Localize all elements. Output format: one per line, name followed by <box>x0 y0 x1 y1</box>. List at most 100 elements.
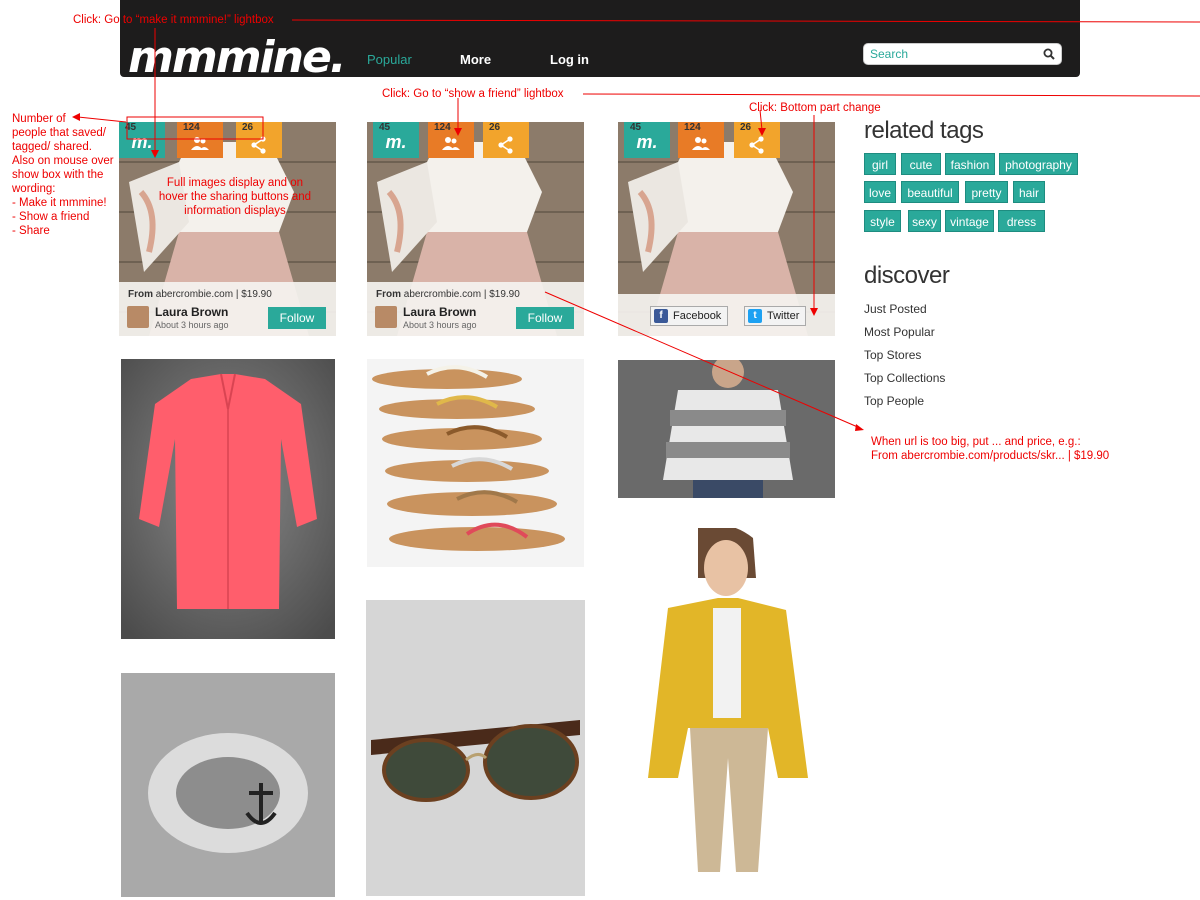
share-icon <box>483 136 529 159</box>
post-time: About 3 hours ago <box>403 320 477 330</box>
tag-dress[interactable]: dress <box>998 210 1045 232</box>
product-card[interactable]: 45 m. 124 26 f Facebook t Twitter <box>618 122 835 336</box>
product-card[interactable]: 45 m. 124 26 From abercrombie.com | $19.… <box>119 122 336 336</box>
source-line: From abercrombie.com | $19.90 <box>128 289 272 300</box>
twitter-button[interactable]: t Twitter <box>744 306 807 326</box>
source-site[interactable]: abercrombie.com <box>404 289 481 300</box>
sandals-image[interactable] <box>367 359 584 567</box>
striped-top-image[interactable] <box>618 360 835 498</box>
people-icon <box>428 136 474 159</box>
product-card[interactable]: 45 m. 124 26 From abercrombie.com | $19.… <box>367 122 584 336</box>
saved-badge[interactable]: 45 m. <box>624 122 670 158</box>
card-info-panel: From abercrombie.com | $19.90 Laura Brow… <box>119 282 336 336</box>
follow-button[interactable]: Follow <box>268 307 326 329</box>
facebook-icon: f <box>654 309 668 323</box>
twitter-icon: t <box>748 309 762 323</box>
shares-count: 26 <box>740 122 752 133</box>
annotation-bottom-change: Click: Bottom part change <box>749 102 881 114</box>
share-icon <box>734 136 780 159</box>
tag-hair[interactable]: hair <box>1013 181 1045 203</box>
annotation-url: When url is too big, put ... and price, … <box>871 435 1109 463</box>
tag-vintage[interactable]: vintage <box>945 210 994 232</box>
from-label: From <box>376 289 401 300</box>
people-icon <box>177 136 223 159</box>
twitter-label: Twitter <box>767 310 800 322</box>
tag-girl[interactable]: girl <box>864 153 896 175</box>
annotation-line: hover the sharing buttons and <box>158 191 312 203</box>
avatar[interactable] <box>127 306 149 328</box>
avatar[interactable] <box>375 306 397 328</box>
price: | $19.90 <box>235 289 272 300</box>
annotation-counts: Number of people that saved/ tagged/ sha… <box>12 112 114 238</box>
shares-count: 26 <box>242 122 254 133</box>
ring-image[interactable] <box>121 673 335 897</box>
tag-beautiful[interactable]: beautiful <box>901 181 959 203</box>
shares-badge[interactable]: 26 <box>483 122 529 158</box>
discover-top-people[interactable]: Top People <box>864 394 924 408</box>
post-time: About 3 hours ago <box>155 320 229 330</box>
annotation-line: - Make it mmmine! <box>12 197 107 209</box>
search-box <box>863 43 1062 65</box>
shares-count: 26 <box>489 122 501 133</box>
mmmine-icon: m. <box>636 132 658 152</box>
card-share-panel: f Facebook t Twitter <box>618 294 835 336</box>
saved-badge[interactable]: 45 m. <box>373 122 419 158</box>
tag-fashion[interactable]: fashion <box>945 153 995 175</box>
discover-most-popular[interactable]: Most Popular <box>864 325 935 339</box>
yellow-coat-image[interactable] <box>618 528 833 872</box>
related-tags-title: related tags <box>864 117 984 144</box>
price: | $19.90 <box>483 289 520 300</box>
user-name[interactable]: Laura Brown <box>403 305 476 319</box>
annotation-line: Also on mouse over <box>12 155 114 167</box>
nav-more[interactable]: More <box>460 52 491 67</box>
facebook-button[interactable]: f Facebook <box>650 306 729 326</box>
mmmine-icon: m. <box>131 132 153 152</box>
card-info-panel: From abercrombie.com | $19.90 Laura Brow… <box>367 282 584 336</box>
annotation-line: tagged/ shared. <box>12 141 92 153</box>
annotation-line: - Show a friend <box>12 211 90 223</box>
friends-badge[interactable]: 124 <box>678 122 724 158</box>
search-icon[interactable] <box>1043 47 1055 65</box>
search-input[interactable] <box>864 44 1034 64</box>
annotation-line: show box with the <box>12 169 104 181</box>
discover-top-stores[interactable]: Top Stores <box>864 348 921 362</box>
saved-badge[interactable]: 45 m. <box>119 122 165 158</box>
tag-cute[interactable]: cute <box>901 153 941 175</box>
annotation-hover: Full images display and on hover the sha… <box>150 176 320 218</box>
source-site[interactable]: abercrombie.com <box>156 289 233 300</box>
follow-button[interactable]: Follow <box>516 307 574 329</box>
sunglasses-image[interactable] <box>366 600 585 896</box>
friends-badge[interactable]: 124 <box>428 122 474 158</box>
tag-sexy[interactable]: sexy <box>908 210 941 232</box>
shares-badge[interactable]: 26 <box>236 122 282 158</box>
top-navbar: mmmine. Popular More Log in <box>120 0 1080 80</box>
annotation-line: Full images display and on <box>166 177 304 189</box>
annotation-make-mmmine: Click: Go to “make it mmmine!” lightbox <box>73 14 274 26</box>
pink-shirt-image[interactable] <box>121 359 335 639</box>
annotation-line: - Share <box>12 225 50 237</box>
facebook-label: Facebook <box>673 310 722 322</box>
mmmine-icon: m. <box>385 132 407 152</box>
friends-count: 124 <box>183 122 200 133</box>
annotation-line: wording: <box>12 183 56 195</box>
annotation-line: Number of <box>12 113 66 125</box>
share-icon <box>236 136 282 159</box>
discover-just-posted[interactable]: Just Posted <box>864 302 927 316</box>
friends-badge[interactable]: 124 <box>177 122 223 158</box>
tag-love[interactable]: love <box>864 181 896 203</box>
tag-pretty[interactable]: pretty <box>965 181 1008 203</box>
source-line: From abercrombie.com | $19.90 <box>376 289 520 300</box>
tag-style[interactable]: style <box>864 210 901 232</box>
annotation-line: people that saved/ <box>12 127 106 139</box>
annotation-line: From abercrombie.com/products/skr... | $… <box>871 450 1110 462</box>
tag-photography[interactable]: photography <box>999 153 1078 175</box>
annotation-show-friend: Click: Go to “show a friend” lightbox <box>382 88 564 100</box>
discover-top-collections[interactable]: Top Collections <box>864 371 945 385</box>
nav-login[interactable]: Log in <box>550 52 589 67</box>
nav-popular[interactable]: Popular <box>367 52 412 67</box>
from-label: From <box>128 289 153 300</box>
user-name[interactable]: Laura Brown <box>155 305 228 319</box>
logo[interactable]: mmmine. <box>128 36 347 80</box>
annotation-line: information displays <box>184 205 286 217</box>
shares-badge[interactable]: 26 <box>734 122 780 158</box>
